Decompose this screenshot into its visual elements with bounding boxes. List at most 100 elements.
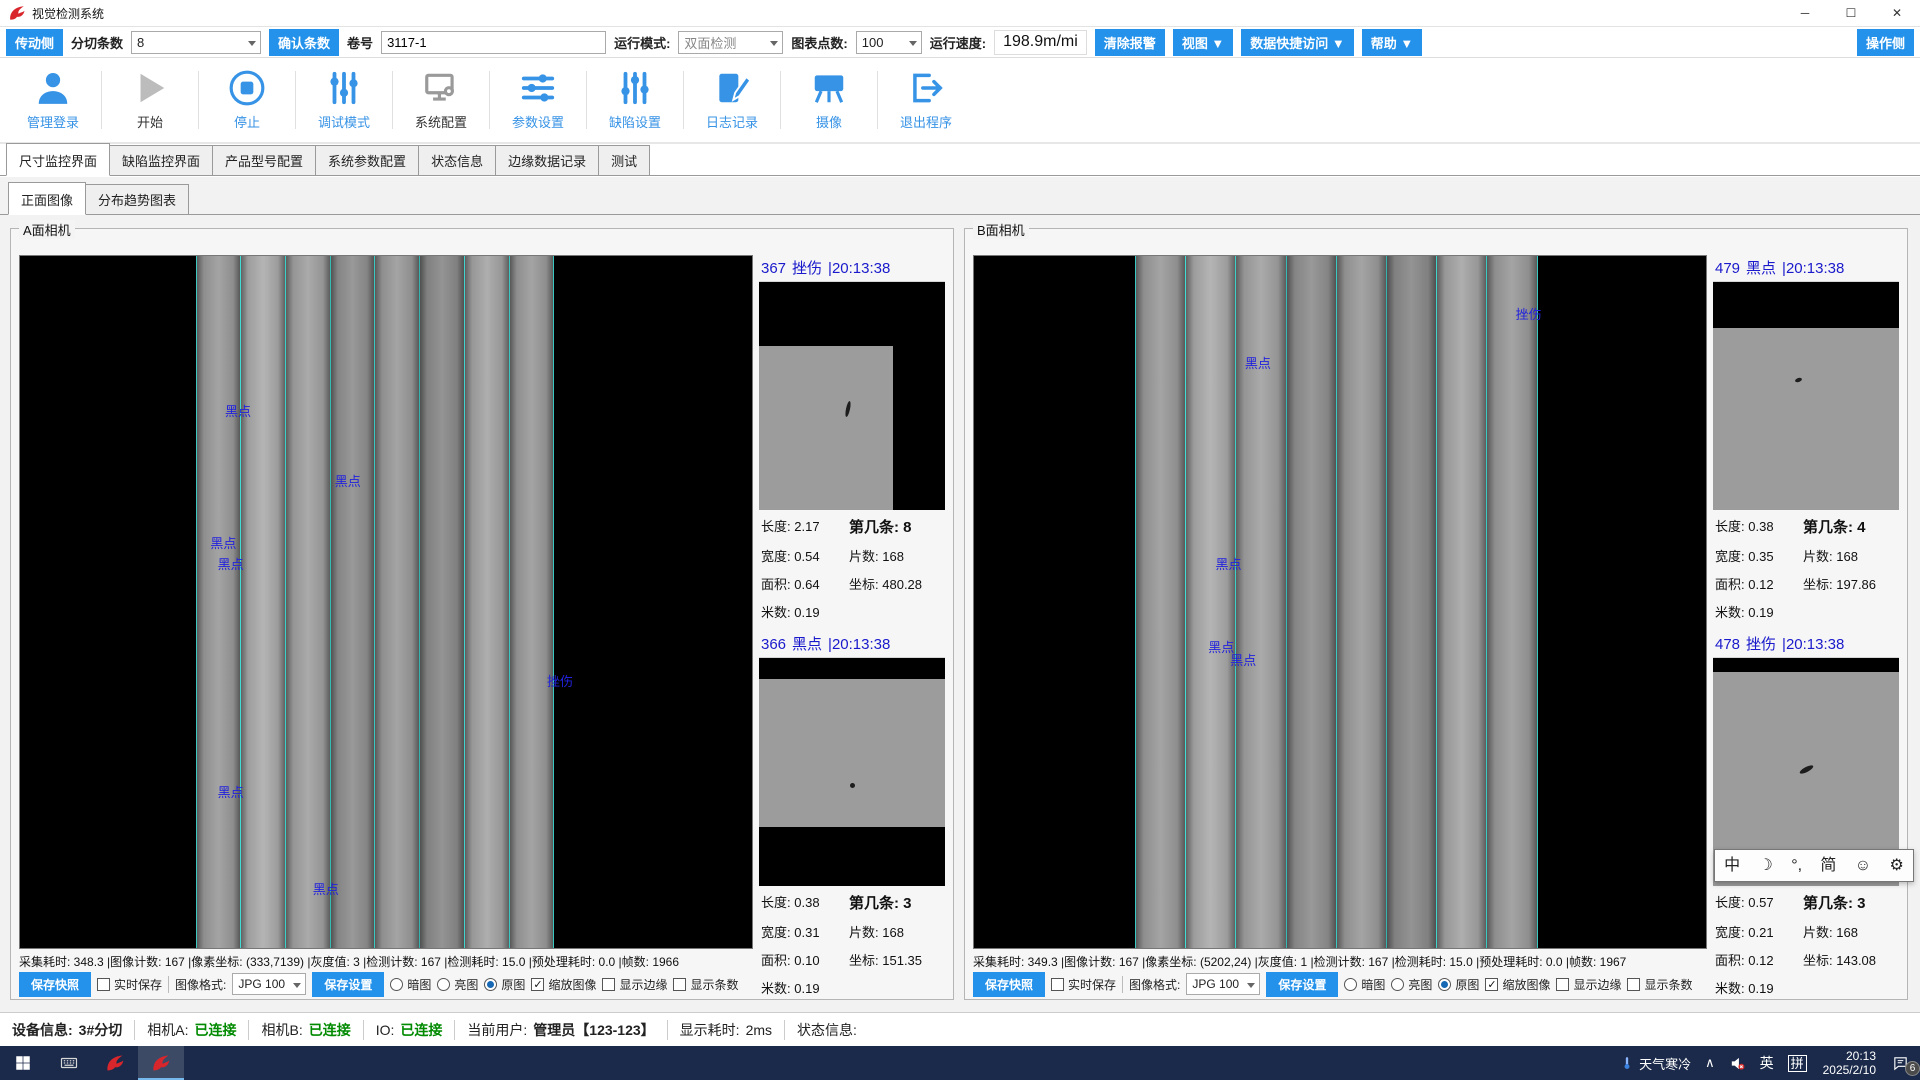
divider [392, 71, 393, 129]
show-strips-checkbox[interactable]: 显示条数 [673, 976, 738, 993]
param-settings-button[interactable]: 参数设置 [495, 69, 581, 131]
defect-thumbnail[interactable] [759, 658, 945, 886]
tab-edge-data-record[interactable]: 边缘数据记录 [495, 145, 599, 175]
system-config-button[interactable]: 系统配置 [398, 69, 484, 131]
clock[interactable]: 20:13 2025/2/10 [1816, 1049, 1883, 1077]
chart-points-select[interactable]: 100 [856, 31, 922, 54]
start-button[interactable] [0, 1046, 46, 1080]
defect-card[interactable]: 366 黑点 |20:13:38 长度: 0.38 第几条: 3 宽度: 0.3… [759, 631, 945, 997]
save-snapshot-button[interactable]: 保存快照 [973, 972, 1045, 997]
image-format-select[interactable]: JPG 100 [1186, 973, 1260, 995]
weather-tray-item[interactable]: 天气寒冷 [1615, 1054, 1696, 1073]
slit-count-label: 分切条数 [71, 33, 123, 52]
maximize-button[interactable]: ☐ [1828, 0, 1874, 26]
taskbar-app-icon[interactable] [92, 1046, 138, 1080]
ime-simplified-mode[interactable]: 简 [1820, 858, 1836, 874]
monitor-gear-icon [422, 69, 460, 107]
ime-settings-gear-icon[interactable]: ⚙ [1889, 858, 1903, 874]
bright-image-radio[interactable]: 亮图 [1391, 976, 1432, 993]
ime-chinese-mode[interactable]: 中 [1724, 858, 1740, 874]
realtime-save-checkbox[interactable]: 实时保存 [97, 976, 162, 993]
save-settings-button[interactable]: 保存设置 [312, 972, 384, 997]
ime-halfmoon-icon[interactable]: ☽ [1759, 858, 1773, 874]
tab-test[interactable]: 测试 [598, 145, 650, 175]
clear-alarm-button[interactable]: 清除报警 [1095, 29, 1165, 56]
debug-mode-button[interactable]: 调试模式 [301, 69, 387, 131]
dark-image-radio[interactable]: 暗图 [1344, 976, 1385, 993]
camera-panels: A面相机 黑点黑点黑点黑点挫伤黑点黑点 367 挫伤 |20:13:38 长度:… [0, 218, 1920, 1012]
run-mode-select[interactable]: 双面检测 [678, 31, 783, 54]
original-image-radio[interactable]: 原图 [484, 976, 525, 993]
hidden-icons-chevron[interactable]: ∧ [1700, 1055, 1720, 1071]
ime-emoji-icon[interactable]: ☺ [1855, 858, 1871, 874]
exit-program-button[interactable]: 退出程序 [883, 69, 969, 131]
data-quick-access-menu-button[interactable]: 数据快捷访问 ▼ [1241, 29, 1353, 56]
tab-defect-monitor[interactable]: 缺陷监控界面 [109, 145, 213, 175]
camera-a-image[interactable]: 黑点黑点黑点黑点挫伤黑点黑点 [19, 255, 753, 949]
tab-front-image[interactable]: 正面图像 [8, 182, 86, 215]
slit-count-select[interactable]: 8 [131, 31, 261, 54]
divider [683, 71, 684, 129]
confirm-count-button[interactable]: 确认条数 [269, 29, 339, 56]
io-status: 已连接 [400, 1020, 442, 1040]
minimize-button[interactable]: ─ [1782, 0, 1828, 26]
thermometer-icon [1620, 1054, 1634, 1072]
divider [586, 71, 587, 129]
zoom-image-checkbox[interactable]: 缩放图像 [1485, 976, 1550, 993]
defect-card[interactable]: 367 挫伤 |20:13:38 长度: 2.17 第几条: 8 宽度: 0.5… [759, 255, 945, 621]
defect-label: 黑点 [1216, 554, 1242, 573]
tab-product-model-config[interactable]: 产品型号配置 [212, 145, 316, 175]
bright-image-radio[interactable]: 亮图 [437, 976, 478, 993]
image-format-select[interactable]: JPG 100 [232, 973, 306, 995]
defect-thumbnail[interactable] [759, 282, 945, 510]
show-edge-checkbox[interactable]: 显示边缘 [602, 976, 667, 993]
dark-image-radio[interactable]: 暗图 [390, 976, 431, 993]
defect-type: 黑点 [1746, 257, 1776, 278]
close-button[interactable]: ✕ [1874, 0, 1920, 26]
defect-id: 367 [761, 260, 786, 277]
volume-muted-icon[interactable] [1724, 1055, 1751, 1072]
tab-system-param-config[interactable]: 系统参数配置 [315, 145, 419, 175]
ime-punctuation-mode[interactable]: °, [1791, 858, 1802, 874]
zoom-image-checkbox[interactable]: 缩放图像 [531, 976, 596, 993]
divider [780, 71, 781, 129]
strip-region [196, 256, 555, 948]
show-strips-checkbox[interactable]: 显示条数 [1627, 976, 1692, 993]
defect-card[interactable]: 478 挫伤 |20:13:38 长度: 0.57 第几条: 3 宽度: 0.2… [1713, 631, 1899, 997]
chevron-down-icon [293, 983, 301, 988]
tray-date: 2025/2/10 [1823, 1063, 1876, 1077]
ime-mode-indicator[interactable]: 拼 [1783, 1055, 1812, 1072]
defect-settings-button[interactable]: 缺陷设置 [592, 69, 678, 131]
view-menu-button[interactable]: 视图 ▼ [1173, 29, 1233, 56]
help-menu-button[interactable]: 帮助 ▼ [1362, 29, 1422, 56]
drive-side-button[interactable]: 传动侧 [6, 29, 63, 56]
tab-distribution-trend-chart[interactable]: 分布趋势图表 [85, 184, 189, 214]
save-settings-button[interactable]: 保存设置 [1266, 972, 1338, 997]
taskbar-app-icon-active[interactable] [138, 1046, 184, 1080]
defect-card[interactable]: 479 黑点 |20:13:38 长度: 0.38 第几条: 4 宽度: 0.3… [1713, 255, 1899, 621]
display-time-label: 显示耗时: [680, 1020, 740, 1040]
log-record-button[interactable]: 日志记录 [689, 69, 775, 131]
main-tab-strip: 尺寸监控界面 缺陷监控界面 产品型号配置 系统参数配置 状态信息 边缘数据记录 … [0, 146, 1920, 176]
camera-b-image[interactable]: 挫伤黑点黑点黑点黑点 [973, 255, 1707, 949]
camera-icon [810, 69, 848, 107]
original-image-radio[interactable]: 原图 [1438, 976, 1479, 993]
defect-thumbnail[interactable] [1713, 282, 1899, 510]
save-snapshot-button[interactable]: 保存快照 [19, 972, 91, 997]
camera-button[interactable]: 摄像 [786, 69, 872, 131]
start-button[interactable]: 开始 [107, 69, 193, 131]
tab-status-info[interactable]: 状态信息 [418, 145, 496, 175]
run-mode-value: 双面检测 [684, 33, 736, 52]
roll-number-input[interactable] [381, 31, 606, 54]
operate-side-button[interactable]: 操作侧 [1857, 29, 1914, 56]
material-strip [509, 256, 555, 948]
admin-login-button[interactable]: 管理登录 [10, 69, 96, 131]
input-panel-button[interactable] [46, 1046, 92, 1080]
tab-size-monitor[interactable]: 尺寸监控界面 [6, 143, 110, 176]
language-indicator[interactable]: 英 [1755, 1053, 1779, 1073]
stop-button[interactable]: 停止 [204, 69, 290, 131]
app-logo-icon [8, 4, 26, 22]
show-edge-checkbox[interactable]: 显示边缘 [1556, 976, 1621, 993]
action-center-button[interactable]: 6 [1887, 1055, 1914, 1072]
realtime-save-checkbox[interactable]: 实时保存 [1051, 976, 1116, 993]
